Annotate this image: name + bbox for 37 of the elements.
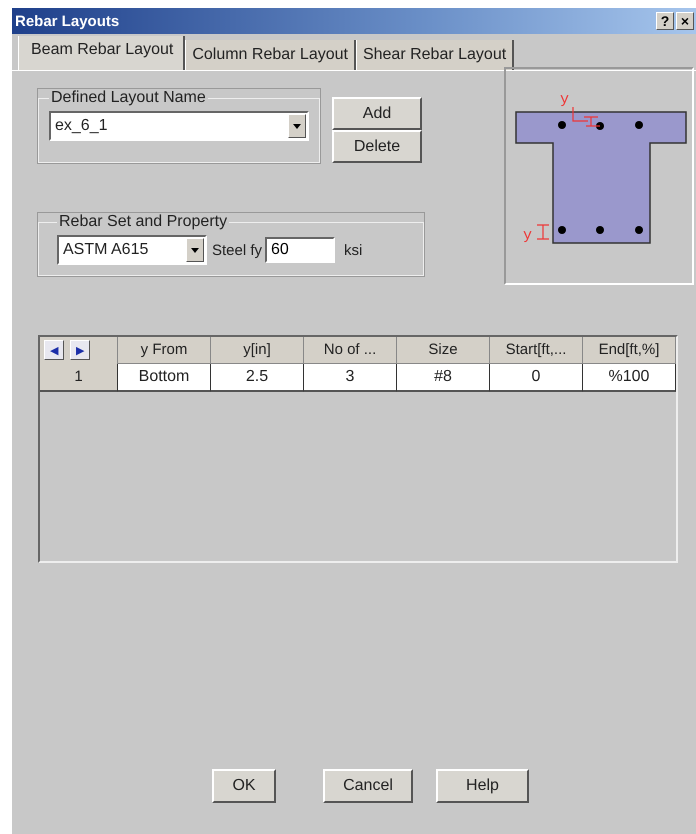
navigation-button[interactable]: ▶: [70, 340, 90, 360]
tab[interactable]: Shear Rebar Layout: [356, 40, 514, 70]
dialog-button[interactable]: Help: [436, 769, 529, 803]
table-cell[interactable]: 2.5: [211, 364, 304, 392]
group-title: Rebar Set and Property: [58, 213, 228, 231]
dialog-button[interactable]: Cancel: [323, 769, 413, 803]
dimension-label: y: [560, 91, 570, 108]
steel-fy-field[interactable]: 60: [265, 237, 336, 263]
table-cell[interactable]: Bottom: [118, 364, 211, 392]
row-header[interactable]: 1: [40, 364, 118, 392]
group-title: Defined Layout Name: [50, 89, 207, 107]
title-bar-button[interactable]: ?: [656, 12, 674, 30]
action-button[interactable]: Delete: [332, 130, 422, 163]
table-cell[interactable]: 0: [490, 364, 583, 392]
column-header[interactable]: Size: [397, 337, 490, 364]
table-cell[interactable]: #8: [397, 364, 490, 392]
dimension-marker-icon: [572, 106, 601, 127]
title-bar-button[interactable]: ×: [676, 12, 694, 30]
navigation-button[interactable]: ◀: [44, 340, 64, 360]
tab[interactable]: Column Rebar Layout: [185, 40, 356, 70]
rebar-set-dropdown[interactable]: ASTM A615: [57, 235, 207, 265]
column-header[interactable]: Start[ft,...: [490, 337, 583, 364]
dialog-button[interactable]: OK: [212, 769, 276, 803]
table-cell[interactable]: 3: [304, 364, 397, 392]
action-button[interactable]: Add: [332, 97, 422, 130]
tab[interactable]: Beam Rebar Layout: [18, 36, 186, 70]
layout-name-dropdown[interactable]: ex_6_1: [49, 111, 309, 141]
dimension-marker-icon: [536, 224, 550, 240]
column-header[interactable]: End[ft,%]: [583, 337, 676, 364]
unit-label: ksi: [344, 242, 362, 258]
column-header[interactable]: y[in]: [211, 337, 304, 364]
window-title: Rebar Layouts: [15, 12, 120, 30]
column-header[interactable]: y From: [118, 337, 211, 364]
field-label: Steel fy: [212, 242, 262, 258]
table-cell[interactable]: %100: [583, 364, 676, 392]
dimension-label: y: [523, 227, 532, 244]
column-header[interactable]: No of ...: [304, 337, 397, 364]
